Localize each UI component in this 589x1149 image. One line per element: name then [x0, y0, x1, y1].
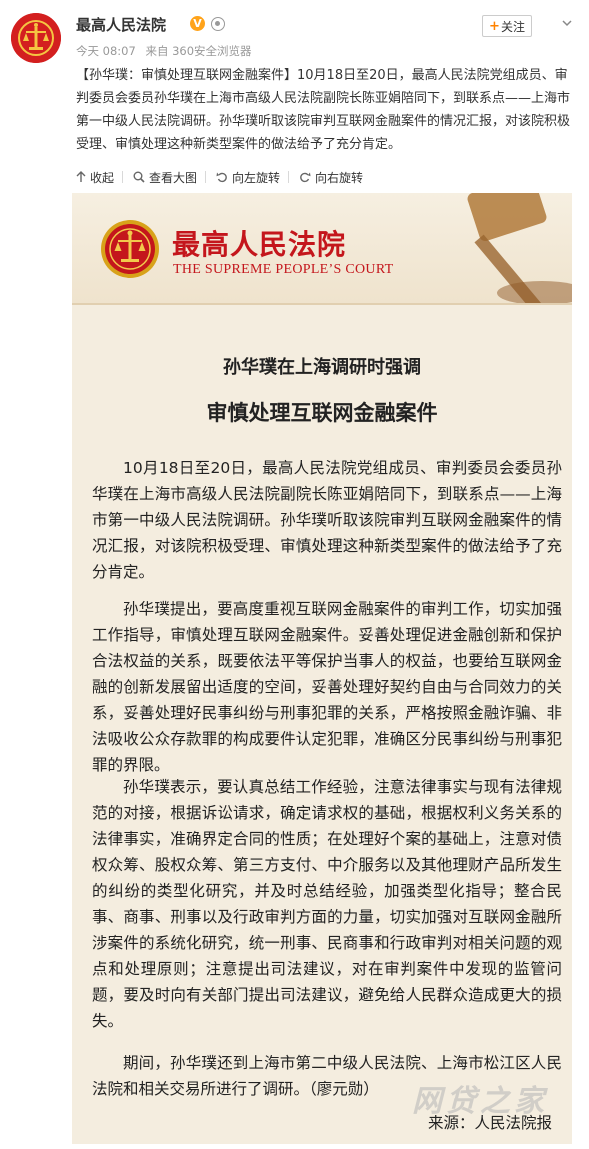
divider	[72, 303, 572, 305]
gavel-icon	[467, 193, 572, 303]
rotate-left-label: 向左旋转	[232, 170, 281, 185]
chevron-down-icon[interactable]	[562, 18, 572, 28]
follow-label: 关注	[500, 19, 525, 34]
divider	[288, 171, 290, 183]
verified-icon: V	[190, 16, 205, 31]
article-paragraph: 孙华璞表示，要认真总结工作经验，注意法律事实与现有法律规范的对接，根据诉讼请求，…	[92, 778, 562, 1030]
post-time[interactable]: 今天 08:07	[76, 44, 136, 58]
media-toolbar: 收起 查看大图 向左旋转 向右旋转	[72, 166, 572, 188]
plus-icon: +	[489, 18, 500, 34]
article-headline: 审慎处理互联网金融案件	[206, 401, 438, 425]
court-name-en: THE SUPREME PEOPLE’S COURT	[173, 262, 394, 277]
view-large-label: 查看大图	[149, 170, 198, 185]
account-name[interactable]: 最高人民法院	[76, 14, 166, 35]
rotate-left-button[interactable]: 向左旋转	[212, 169, 288, 186]
rotate-right-label: 向右旋转	[315, 170, 364, 185]
divider	[122, 171, 124, 183]
post-text: 【孙华璞：审慎处理互联网金融案件】10月18日至20日，最高人民法院党组成员、审…	[76, 68, 571, 152]
court-name-cn: 最高人民法院	[172, 228, 347, 261]
court-emblem-icon	[11, 13, 61, 63]
search-icon	[133, 171, 145, 183]
post-meta: 今天 08:07 来自 360安全浏览器	[76, 43, 258, 59]
post-image[interactable]: 最高人民法院 THE SUPREME PEOPLE’S COURT 孙华璞在上海…	[72, 193, 572, 1144]
post-source: 来自 360安全浏览器	[145, 44, 252, 58]
divider	[205, 171, 207, 183]
rotate-left-icon	[216, 172, 227, 183]
article-source: 来源：人民法院报	[427, 1114, 552, 1132]
court-emblem-icon	[101, 220, 159, 278]
vip-icon	[211, 17, 225, 31]
rotate-right-button[interactable]: 向右旋转	[295, 169, 371, 186]
follow-button[interactable]: + 关注	[482, 15, 532, 37]
collapse-label: 收起	[90, 170, 115, 185]
article-paragraph: 孙华璞提出，要高度重视互联网金融案件的审判工作，切实加强工作指导，审慎处理互联网…	[92, 600, 562, 774]
collapse-button[interactable]: 收起	[72, 169, 122, 186]
article-paragraph: 10月18日至20日，最高人民法院党组成员、审判委员会委员孙华璞在上海市高级人民…	[92, 459, 562, 581]
rotate-right-icon	[300, 172, 311, 183]
collapse-icon	[76, 171, 86, 182]
view-large-button[interactable]: 查看大图	[129, 169, 205, 186]
avatar[interactable]	[11, 13, 61, 63]
article-subtitle: 孙华璞在上海调研时强调	[223, 357, 421, 378]
